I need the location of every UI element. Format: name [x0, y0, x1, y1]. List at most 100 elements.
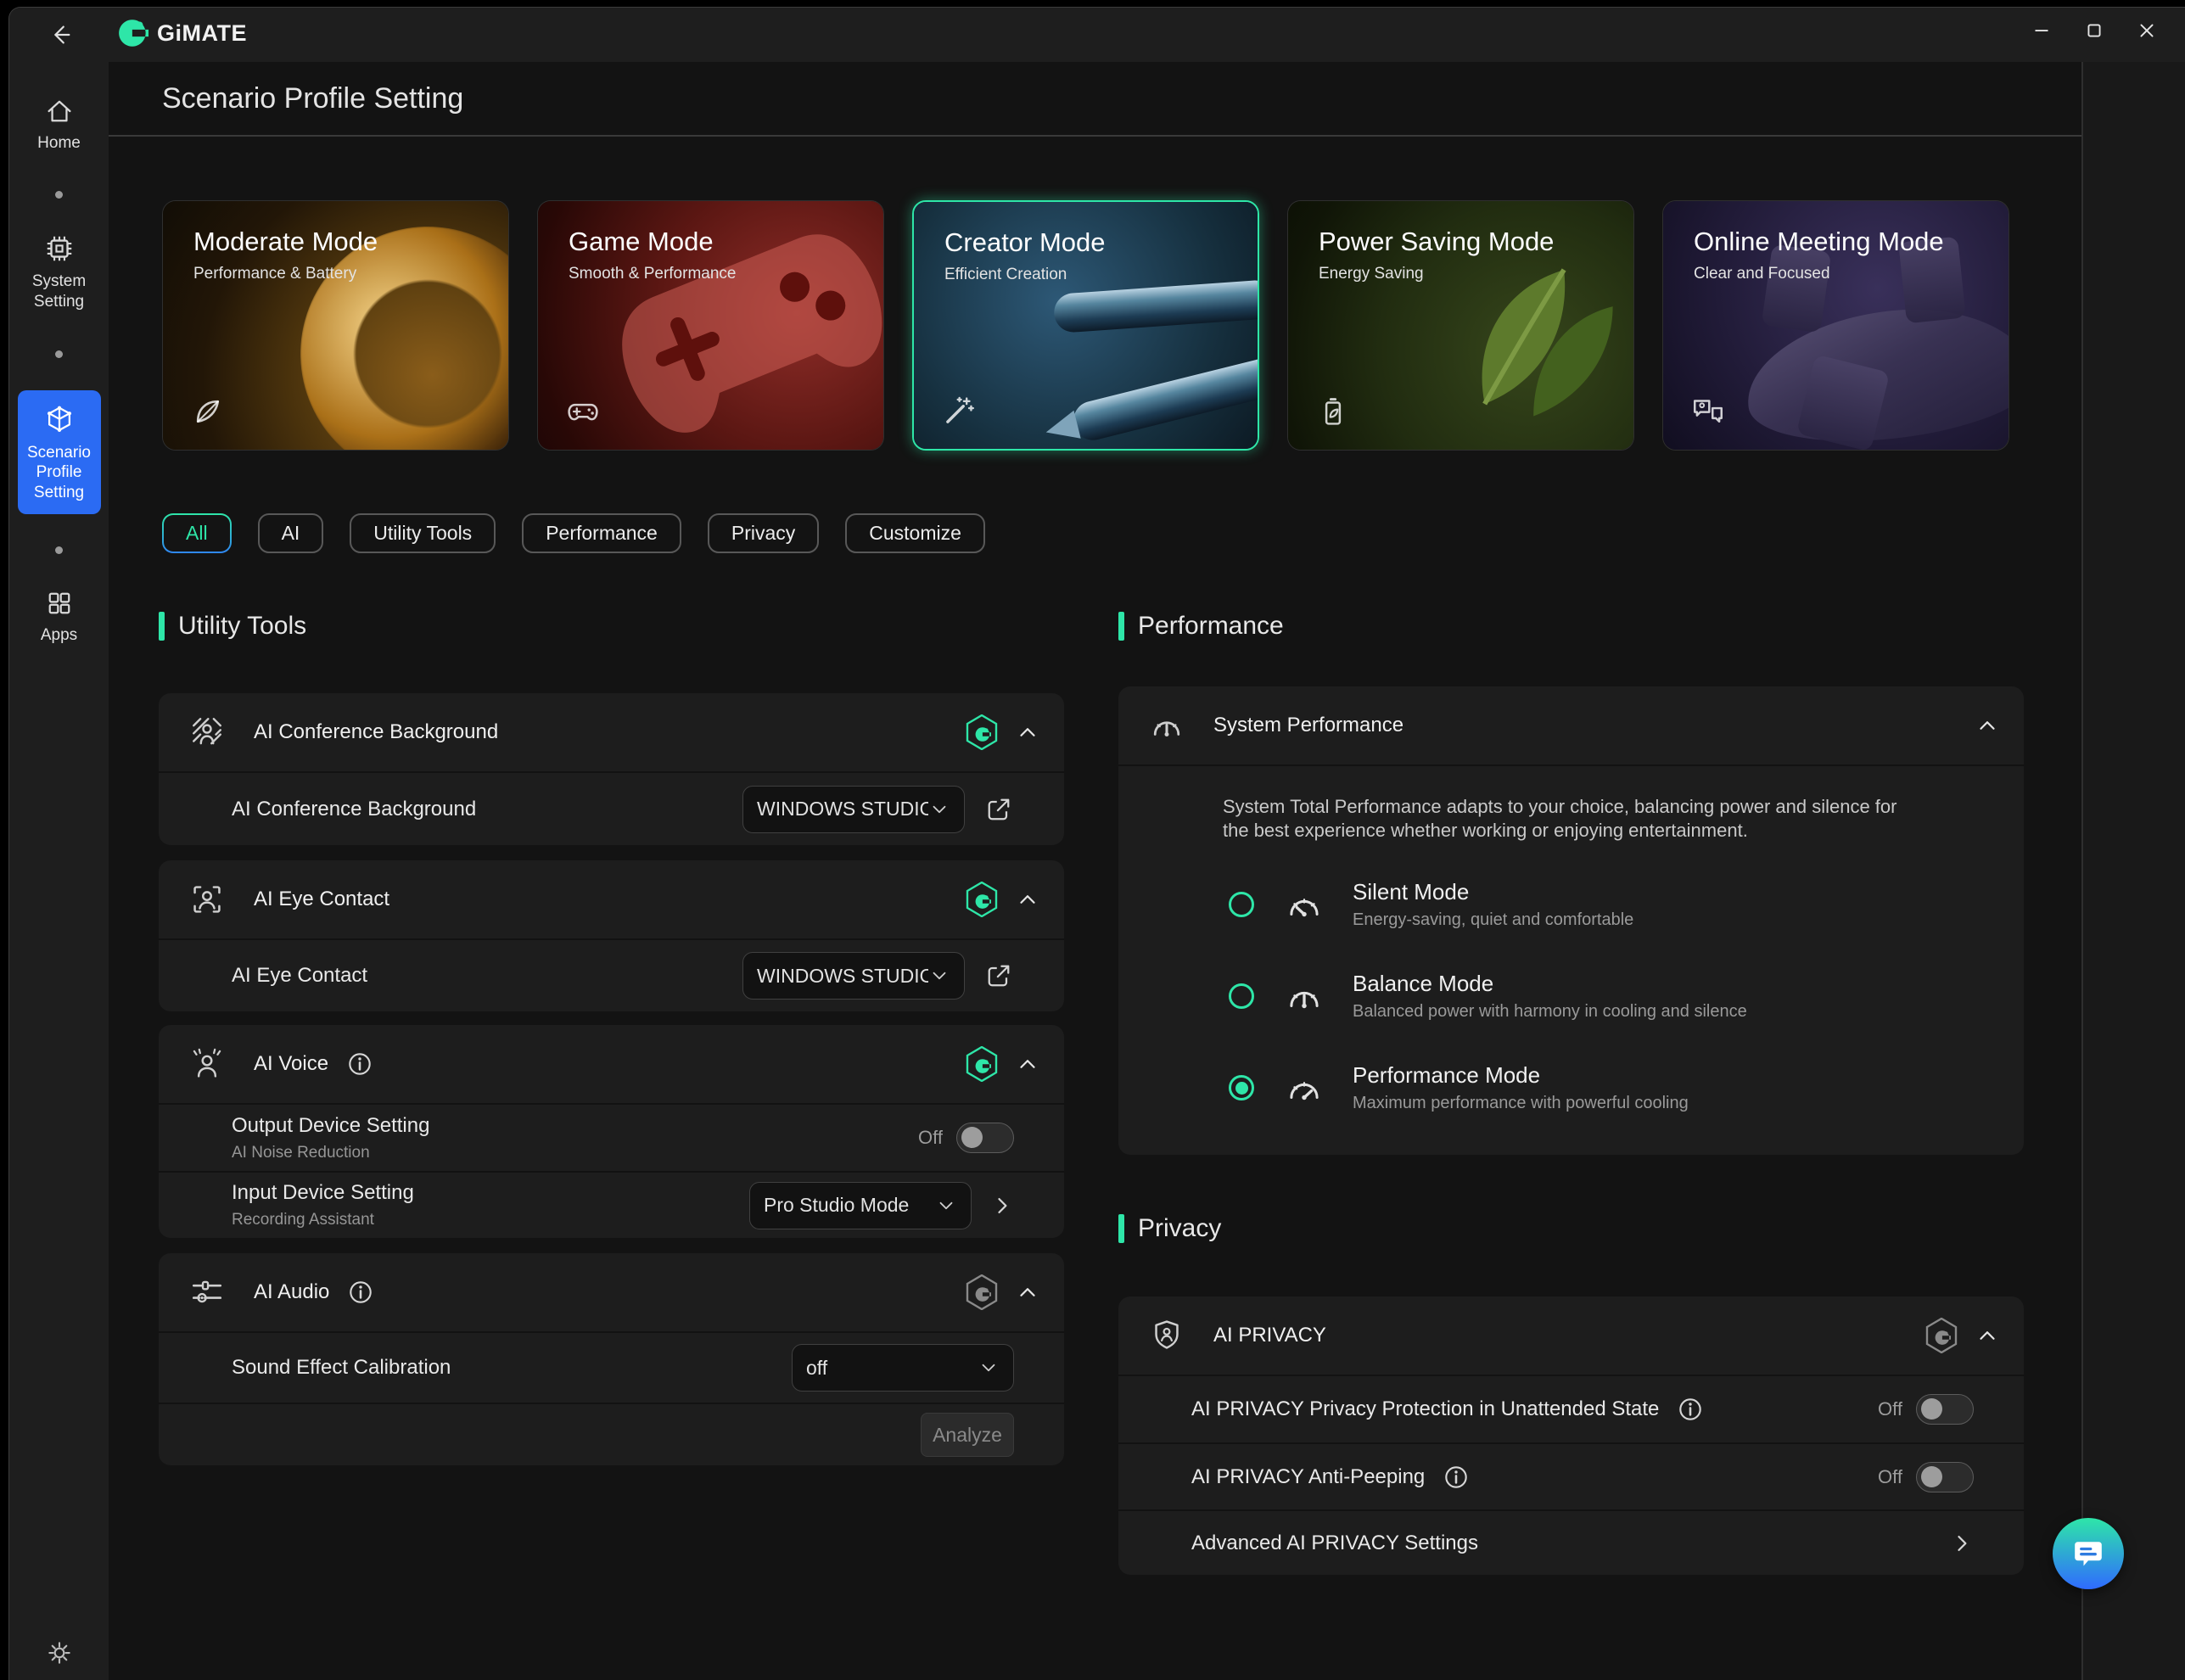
filter-chip-utility-tools[interactable]: Utility Tools — [350, 513, 496, 553]
ai-audio-header[interactable]: AI Audio — [159, 1253, 1064, 1331]
scenario-mode-cards: Moderate Mode Performance & Battery Game… — [162, 200, 2009, 451]
sidebar-item-label: System Setting — [25, 272, 93, 312]
collapse-chevron-up-icon[interactable] — [1015, 1280, 1040, 1305]
gamepad-icon — [565, 394, 601, 429]
sidebar-item-system-setting[interactable]: System Setting — [9, 232, 109, 312]
eye-contact-dropdown[interactable]: WINDOWS STUDIO EF — [742, 952, 965, 1000]
advanced-privacy-settings-row[interactable]: Advanced AI PRIVACY Settings — [1118, 1509, 2024, 1575]
meeting-chat-icon — [1690, 394, 1726, 429]
collapse-chevron-up-icon[interactable] — [1975, 1323, 2000, 1348]
radio-selected[interactable] — [1229, 1075, 1254, 1100]
mode-title: Game Mode — [569, 227, 714, 257]
back-button[interactable] — [43, 20, 77, 50]
performance-option-performance[interactable]: Performance Mode Maximum performance wit… — [1229, 1060, 2024, 1116]
sound-effect-calibration-dropdown[interactable]: off — [792, 1344, 1014, 1392]
performance-option-silent[interactable]: Silent Mode Energy-saving, quiet and com… — [1229, 876, 2024, 932]
ai-voice-header[interactable]: AI Voice — [159, 1025, 1064, 1103]
maximize-button[interactable] — [2068, 13, 2121, 48]
filter-chip-customize[interactable]: Customize — [845, 513, 985, 553]
conference-background-dropdown[interactable]: WINDOWS STUDIO EF — [742, 786, 965, 833]
sidebar-item-apps[interactable]: Apps — [9, 588, 109, 646]
sidebar-item-scenario-profile-setting[interactable]: Scenario Profile Setting — [18, 390, 101, 514]
ai-conference-background-card: AI Conference Background AI Conference B… — [159, 693, 1064, 845]
info-icon[interactable] — [345, 1050, 374, 1078]
privacy-unattended-toggle[interactable] — [1916, 1394, 1974, 1425]
input-device-setting-row: Input Device Setting Recording Assistant… — [159, 1171, 1064, 1238]
analyze-row: Analyze — [159, 1403, 1064, 1465]
mode-subtitle: Smooth & Performance — [569, 265, 736, 283]
ai-eye-contact-card: AI Eye Contact AI Eye Contact WINDOWS ST… — [159, 860, 1064, 1011]
privacy-shield-icon — [1149, 1318, 1185, 1353]
gauge-icon — [1149, 708, 1185, 743]
filter-chip-privacy[interactable]: Privacy — [708, 513, 819, 553]
radio-unselected[interactable] — [1229, 892, 1254, 917]
ai-conference-background-row: AI Conference Background WINDOWS STUDIO … — [159, 771, 1064, 845]
sidebar-item-label: Apps — [41, 625, 77, 646]
minimize-button[interactable] — [2015, 13, 2068, 48]
card-title: AI Conference Background — [254, 720, 498, 744]
ai-eye-contact-row: AI Eye Contact WINDOWS STUDIO EF — [159, 938, 1064, 1011]
privacy-unattended-row: AI PRIVACY Privacy Protection in Unatten… — [1118, 1375, 2024, 1442]
system-performance-description: System Total Performance adapts to your … — [1118, 766, 2024, 843]
card-title: AI Eye Contact — [254, 888, 389, 911]
ai-eye-contact-header[interactable]: AI Eye Contact — [159, 860, 1064, 938]
chevron-down-icon — [978, 1357, 1000, 1379]
mode-card-game[interactable]: Game Mode Smooth & Performance — [537, 200, 884, 451]
section-accent-bar — [1118, 612, 1124, 641]
collapse-chevron-up-icon[interactable] — [1015, 720, 1040, 745]
external-link-icon[interactable] — [983, 960, 1014, 991]
close-button[interactable] — [2121, 13, 2173, 48]
privacy-section-title: Privacy — [1118, 1212, 2024, 1246]
settings-button[interactable] — [9, 1638, 109, 1667]
external-link-icon[interactable] — [983, 794, 1014, 825]
card-title: AI PRIVACY — [1213, 1324, 1326, 1347]
info-icon[interactable] — [1442, 1463, 1471, 1492]
privacy-anti-peeping-toggle[interactable] — [1916, 1462, 1974, 1492]
analyze-button[interactable]: Analyze — [921, 1413, 1014, 1457]
sidebar-item-label: Home — [37, 133, 81, 154]
sidebar-item-home[interactable]: Home — [9, 96, 109, 154]
input-device-dropdown[interactable]: Pro Studio Mode — [749, 1182, 972, 1229]
system-performance-header[interactable]: System Performance — [1118, 686, 2024, 764]
collapse-chevron-up-icon[interactable] — [1015, 1051, 1040, 1077]
filter-chip-performance[interactable]: Performance — [522, 513, 681, 553]
section-accent-bar — [1118, 1214, 1124, 1243]
mode-card-creator[interactable]: Creator Mode Efficient Creation — [912, 200, 1259, 451]
chevron-down-icon — [935, 1195, 957, 1217]
sound-effect-calibration-row: Sound Effect Calibration off — [159, 1331, 1064, 1403]
radio-unselected[interactable] — [1229, 983, 1254, 1009]
filter-chip-all[interactable]: All — [162, 513, 232, 553]
settings-gear-icon — [45, 1638, 74, 1667]
collapse-chevron-up-icon[interactable] — [1975, 713, 2000, 738]
performance-option-balance[interactable]: Balance Mode Balanced power with harmony… — [1229, 968, 2024, 1024]
ai-privacy-header[interactable]: AI PRIVACY — [1118, 1296, 2024, 1375]
page-header: Scenario Profile Setting — [109, 62, 2081, 137]
back-arrow-icon — [48, 22, 73, 48]
gimate-badge-icon — [966, 714, 998, 750]
performance-column: Performance System Performance System To… — [1118, 609, 2024, 1575]
titlebar: GiMATE — [9, 8, 2185, 62]
ai-audio-card: AI Audio Sound Effect Calibration off — [159, 1253, 1064, 1465]
mode-card-power-saving[interactable]: Power Saving Mode Energy Saving — [1287, 200, 1634, 451]
ai-voice-card: AI Voice Output Device Setting AI Noise … — [159, 1025, 1064, 1238]
chevron-right-icon[interactable] — [990, 1194, 1014, 1218]
mode-card-moderate[interactable]: Moderate Mode Performance & Battery — [162, 200, 509, 451]
maximize-icon — [2081, 18, 2107, 43]
main-content: Scenario Profile Setting Moderate Mode P… — [109, 62, 2081, 1680]
output-device-setting-row: Output Device Setting AI Noise Reduction… — [159, 1103, 1064, 1171]
toggle-state-label: Off — [918, 1127, 943, 1149]
ai-conference-background-header[interactable]: AI Conference Background — [159, 693, 1064, 771]
battery-leaf-icon — [1315, 394, 1351, 429]
info-icon[interactable] — [346, 1278, 375, 1307]
system-setting-icon — [43, 232, 76, 265]
filter-chip-ai[interactable]: AI — [258, 513, 324, 553]
gimate-badge-icon — [1925, 1318, 1958, 1353]
collapse-chevron-up-icon[interactable] — [1015, 887, 1040, 912]
info-icon[interactable] — [1676, 1395, 1705, 1424]
mode-title: Power Saving Mode — [1319, 227, 1554, 257]
mode-subtitle: Efficient Creation — [944, 266, 1067, 284]
chat-assistant-button[interactable] — [2053, 1518, 2124, 1589]
eye-contact-icon — [189, 882, 225, 917]
output-device-toggle[interactable] — [956, 1123, 1014, 1153]
mode-card-online-meeting[interactable]: Online Meeting Mode Clear and Focused — [1662, 200, 2009, 451]
